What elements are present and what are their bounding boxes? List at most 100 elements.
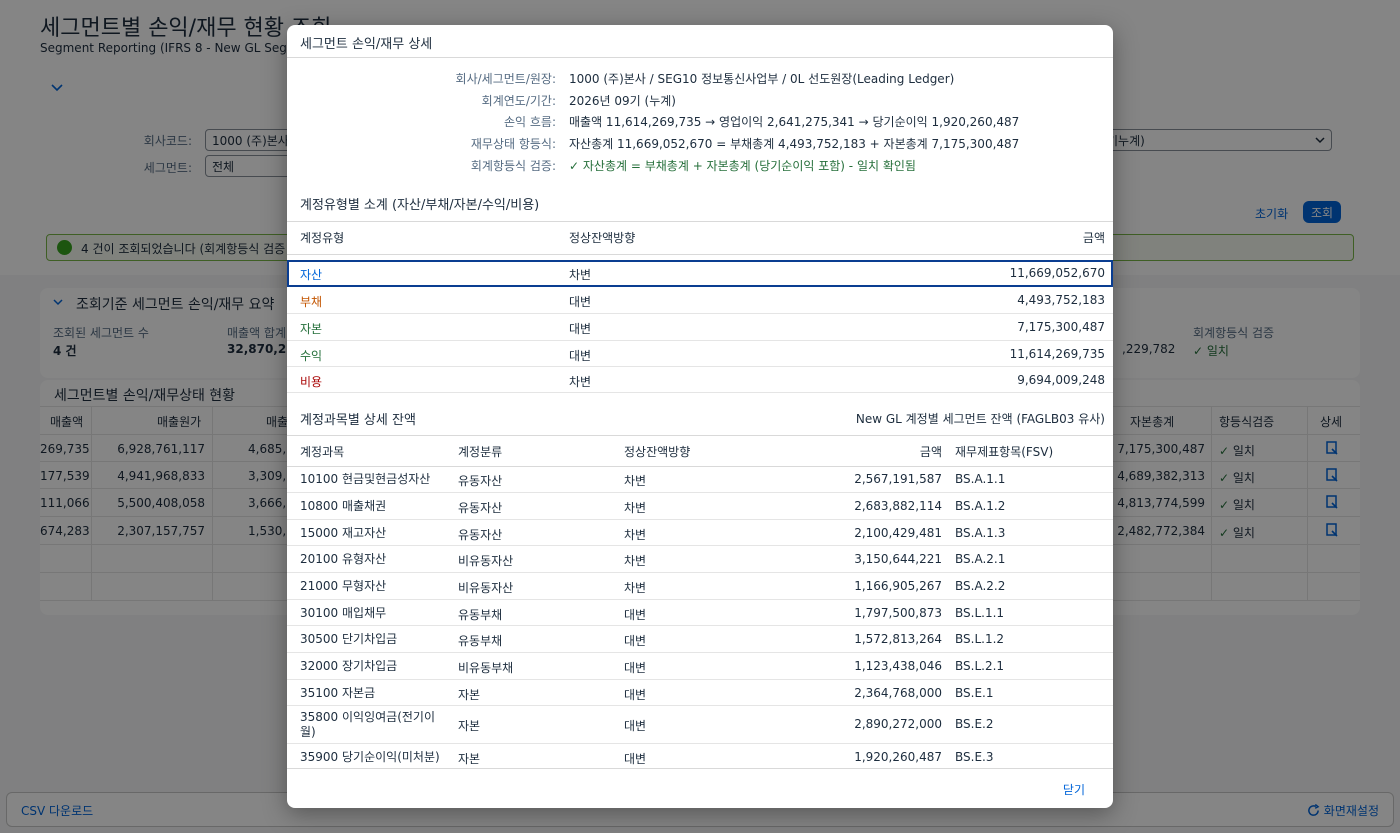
fsv-item: BS.E.2: [955, 717, 994, 731]
account-name: 20100 유형자산: [300, 552, 387, 566]
fsv-item: BS.A.1.2: [955, 499, 1006, 513]
account-row[interactable]: 20100 유형자산 비유동자산 차변 3,150,644,221 BS.A.2.1: [287, 546, 1113, 573]
info-value: 1000 (주)본사 / SEG10 정보통신사업부 / 0L 선도원장(Lea…: [569, 72, 955, 86]
amount: 11,614,269,735: [1009, 347, 1105, 361]
account-row[interactable]: 30500 단기차입금 유동부채 대변 1,572,813,264 BS.L.1.2: [287, 626, 1113, 653]
account-class: 비유동자산: [458, 581, 514, 595]
account-class: 자본: [458, 719, 481, 733]
balance-direction: 대변: [569, 295, 592, 309]
amount: 1,166,905,267: [854, 579, 942, 593]
detail-table-header: 계정과목 계정분류 정상잔액방향 금액 재무제표항목(FSV): [287, 435, 1113, 466]
account-class: 비유동자산: [458, 554, 514, 568]
column-header[interactable]: 재무제표항목(FSV): [955, 443, 1053, 460]
balance-direction: 차변: [624, 528, 647, 542]
balance-direction: 차변: [569, 375, 592, 389]
balance-direction: 대변: [624, 608, 647, 622]
info-label: 재무상태 항등식:: [470, 137, 556, 151]
account-name: 10100 현금및현금성자산: [300, 472, 431, 486]
fsv-item: BS.A.2.2: [955, 579, 1006, 593]
segment-detail-dialog: 세그먼트 손익/재무 상세 회사/세그먼트/원장: 1000 (주)본사 / S…: [287, 25, 1113, 808]
fsv-item: BS.E.1: [955, 686, 994, 700]
account-type: 자본: [300, 322, 323, 336]
dialog-body[interactable]: 회사/세그먼트/원장: 1000 (주)본사 / SEG10 정보통신사업부 /…: [287, 58, 1113, 768]
amount: 7,175,300,487: [1017, 320, 1105, 334]
column-header[interactable]: 금액: [1083, 229, 1105, 246]
amount: 1,920,260,487: [854, 750, 942, 764]
column-header[interactable]: 정상잔액방향: [624, 443, 690, 460]
account-row[interactable]: 35100 자본금 자본 대변 2,364,768,000 BS.E.1: [287, 680, 1113, 706]
summary-row-revenue[interactable]: 수익 대변 11,614,269,735: [287, 341, 1113, 367]
account-class: 유동부채: [458, 634, 503, 648]
summary-section-title: 계정유형별 소계 (자산/부채/자본/수익/비용): [300, 198, 540, 213]
fsv-item: BS.A.1.3: [955, 526, 1006, 540]
account-row[interactable]: 32000 장기차입금 비유동부채 대변 1,123,438,046 BS.L.2.1: [287, 653, 1113, 680]
close-button[interactable]: 닫기: [1063, 781, 1085, 798]
fsv-item: BS.E.3: [955, 750, 994, 764]
account-name: 35100 자본금: [300, 686, 376, 700]
info-row-company: 회사/세그먼트/원장: 1000 (주)본사 / SEG10 정보통신사업부 /…: [287, 70, 1113, 90]
info-label: 회계연도/기간:: [481, 94, 556, 108]
balance-direction: 대변: [624, 634, 647, 648]
account-class: 유동자산: [458, 474, 503, 488]
account-row[interactable]: 10800 매출채권 유동자산 차변 2,683,882,114 BS.A.1.2: [287, 493, 1113, 520]
account-row[interactable]: 15000 재고자산 유동자산 차변 2,100,429,481 BS.A.1.3: [287, 520, 1113, 546]
account-row[interactable]: 10100 현금및현금성자산 유동자산 차변 2,567,191,587 BS.A.1.…: [287, 466, 1113, 493]
balance-direction: 차변: [624, 501, 647, 515]
summary-row-liability[interactable]: 부채 대변 4,493,752,183: [287, 287, 1113, 314]
fsv-item: BS.L.2.1: [955, 659, 1005, 673]
account-class: 비유동부채: [458, 661, 514, 675]
amount: 2,567,191,587: [854, 472, 942, 486]
account-row[interactable]: 35900 당기순이익(미처분) 자본 대변 1,920,260,487 BS.E.3: [287, 744, 1113, 768]
section-divider: [287, 254, 1113, 255]
balance-direction: 대변: [569, 349, 592, 363]
balance-direction: 대변: [624, 719, 647, 733]
balance-direction: 차변: [624, 581, 647, 595]
amount: 2,890,272,000: [854, 717, 942, 731]
account-row[interactable]: 30100 매입채무 유동부채 대변 1,797,500,873 BS.L.1.1: [287, 600, 1113, 626]
account-row[interactable]: 21000 무형자산 비유동자산 차변 1,166,905,267 BS.A.2.2: [287, 573, 1113, 600]
info-label: 손익 흐름:: [503, 115, 556, 129]
info-value: ✓ 자산총계 = 부채총계 + 자본총계 (당기순이익 포함) - 일치 확인됨: [569, 159, 916, 173]
balance-direction: 대변: [624, 661, 647, 675]
fsv-item: BS.A.2.1: [955, 552, 1006, 566]
amount: 1,797,500,873: [854, 606, 942, 620]
column-header[interactable]: 계정과목: [300, 443, 344, 460]
account-type: 자산: [300, 268, 323, 282]
amount: 11,669,052,670: [1009, 266, 1105, 280]
info-value: 자산총계 11,669,052,670 = 부채총계 4,493,752,183…: [569, 137, 1020, 151]
account-name: 10800 매출채권: [300, 499, 387, 513]
info-label: 회사/세그먼트/원장:: [455, 72, 556, 86]
account-class: 유동자산: [458, 501, 503, 515]
fsv-item: BS.A.1.1: [955, 472, 1006, 486]
account-name: 21000 무형자산: [300, 579, 387, 593]
column-header[interactable]: 계정유형: [300, 229, 344, 246]
account-type: 부채: [300, 295, 323, 309]
info-value: 매출액 11,614,269,735 → 영업이익 2,641,275,341 …: [569, 115, 1020, 129]
summary-table-header: 계정유형 정상잔액방향 금액: [287, 221, 1113, 254]
summary-row-expense[interactable]: 비용 차변 9,694,009,248: [287, 367, 1113, 393]
info-row-period: 회계연도/기간: 2026년 09기 (누계): [287, 92, 1113, 112]
summary-row-asset[interactable]: 자산 차변 11,669,052,670: [287, 260, 1113, 287]
column-header[interactable]: 정상잔액방향: [569, 229, 635, 246]
balance-direction: 차변: [624, 554, 647, 568]
amount: 9,694,009,248: [1017, 373, 1105, 387]
account-type: 비용: [300, 375, 323, 389]
detail-section-title: 계정과목별 상세 잔액: [300, 413, 416, 428]
balance-direction: 차변: [624, 474, 647, 488]
column-header[interactable]: 계정분류: [458, 443, 502, 460]
account-class: 자본: [458, 688, 481, 702]
amount: 2,100,429,481: [854, 526, 942, 540]
account-name: 30100 매입채무: [300, 606, 387, 620]
column-header[interactable]: 금액: [920, 443, 942, 460]
info-value: 2026년 09기 (누계): [569, 94, 676, 108]
account-name: 30500 단기차입금: [300, 632, 398, 646]
fsv-item: BS.L.1.2: [955, 632, 1005, 646]
balance-direction: 대변: [624, 688, 647, 702]
summary-row-equity[interactable]: 자본 대변 7,175,300,487: [287, 314, 1113, 341]
account-class: 자본: [458, 752, 481, 766]
balance-direction: 대변: [624, 752, 647, 766]
account-row[interactable]: 35800 이익잉여금(전기이월) 자본 대변 2,890,272,000 BS.E.2: [287, 706, 1113, 744]
amount: 2,364,768,000: [854, 686, 942, 700]
info-row-identity-check: 회계항등식 검증: ✓ 자산총계 = 부채총계 + 자본총계 (당기순이익 포함…: [287, 157, 1113, 177]
account-name: 35900 당기순이익(미처분): [300, 750, 440, 764]
